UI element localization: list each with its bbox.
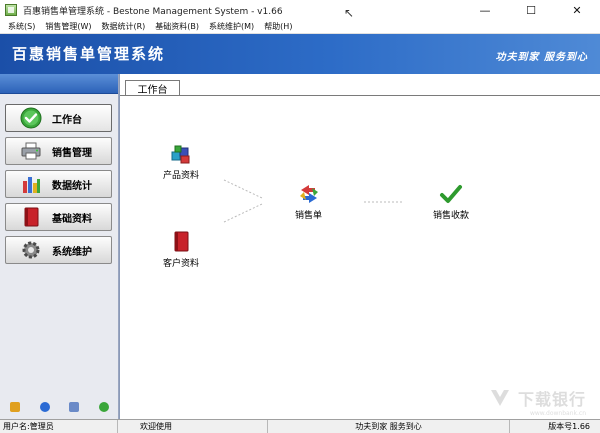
- view-icon[interactable]: [69, 402, 80, 412]
- info-icon[interactable]: [39, 402, 50, 412]
- title-bar: 百惠销售单管理系统 - Bestone Management System - …: [0, 0, 600, 20]
- flow-customer-data[interactable]: 客户资料: [163, 230, 199, 269]
- watermark-text: 下载银行: [517, 390, 586, 409]
- watermark: 下载银行 www.downbank.cn: [488, 386, 586, 417]
- sidebar-item-label: 销售管理: [52, 147, 92, 159]
- banner-slogan: 功夫到家 服务到心: [495, 52, 588, 63]
- sidebar-item-label: 基础资料: [52, 213, 92, 225]
- sidebar-item-label: 系统维护: [52, 246, 92, 258]
- book-icon: [24, 207, 39, 227]
- flow-receipt-label: 销售收款: [433, 211, 470, 221]
- menu-maintenance[interactable]: 系统维护(M): [204, 21, 259, 32]
- edit-icon[interactable]: [9, 402, 20, 412]
- menu-basic-data[interactable]: 基础资料(B): [150, 21, 204, 32]
- status-user: 用户名:管理员: [0, 419, 118, 433]
- window-title: 百惠销售单管理系统 - Bestone Management System - …: [23, 6, 283, 17]
- maximize-button[interactable]: ☐: [508, 0, 554, 20]
- header-banner: 百惠销售单管理系统 功夫到家 服务到心: [0, 34, 600, 74]
- bar-chart-icon: [23, 177, 40, 193]
- status-slogan: 功夫到家 服务到心: [268, 419, 510, 433]
- sidebar-toolbar: [0, 399, 119, 415]
- watermark-logo-icon: [490, 390, 509, 406]
- exit-icon[interactable]: [99, 402, 110, 412]
- menu-help[interactable]: 帮助(H): [259, 21, 297, 32]
- gear-icon: [22, 241, 40, 259]
- sidebar-item-basic-data[interactable]: 基础资料: [5, 203, 112, 231]
- workbench-panel: 工作台 产品资料 客户资料 销售单 销售收款: [119, 74, 600, 419]
- customer-book-icon: [174, 231, 189, 252]
- app-icon: [5, 4, 17, 16]
- minimize-button[interactable]: —: [462, 0, 508, 20]
- flow-product-label: 产品资料: [163, 171, 200, 181]
- sidebar-header: [0, 74, 118, 94]
- status-welcome: 欢迎使用: [118, 419, 268, 433]
- sidebar: 工作台 销售管理 数据统计 基础资料 系统维护: [0, 74, 119, 419]
- status-bar: 用户名:管理员 欢迎使用 功夫到家 服务到心 版本号1.66: [0, 419, 600, 433]
- flow-customer-label: 客户资料: [163, 259, 200, 269]
- mouse-cursor-icon: ↖: [344, 6, 355, 20]
- close-button[interactable]: ✕: [554, 0, 600, 20]
- flow-order-label: 销售单: [295, 211, 323, 221]
- app-title: 百惠销售单管理系统: [12, 45, 166, 63]
- watermark-url: www.downbank.cn: [529, 410, 586, 417]
- flow-sales-receipt[interactable]: 销售收款: [433, 182, 469, 221]
- sidebar-item-maintenance[interactable]: 系统维护: [5, 236, 112, 264]
- sidebar-item-label: 工作台: [52, 114, 82, 126]
- flow-product-data[interactable]: 产品资料: [163, 142, 199, 181]
- check-icon: [20, 107, 42, 129]
- status-version: 版本号1.66: [548, 422, 590, 431]
- printer-icon: [21, 142, 41, 160]
- sidebar-item-label: 数据统计: [52, 180, 92, 192]
- menu-bar: 系统(S) 销售管理(W) 数据统计(R) 基础资料(B) 系统维护(M) 帮助…: [0, 20, 600, 34]
- menu-stats[interactable]: 数据统计(R): [96, 21, 150, 32]
- menu-sales[interactable]: 销售管理(W): [40, 21, 96, 32]
- sidebar-item-sales[interactable]: 销售管理: [5, 137, 112, 165]
- sales-order-arrows-icon: [299, 185, 318, 203]
- sidebar-item-stats[interactable]: 数据统计: [5, 170, 112, 198]
- menu-system[interactable]: 系统(S): [3, 21, 40, 32]
- sidebar-item-workbench[interactable]: 工作台: [5, 104, 112, 132]
- product-cubes-icon: [171, 145, 190, 164]
- checkmark-icon: [440, 185, 462, 203]
- flow-sales-order[interactable]: 销售单: [295, 182, 322, 221]
